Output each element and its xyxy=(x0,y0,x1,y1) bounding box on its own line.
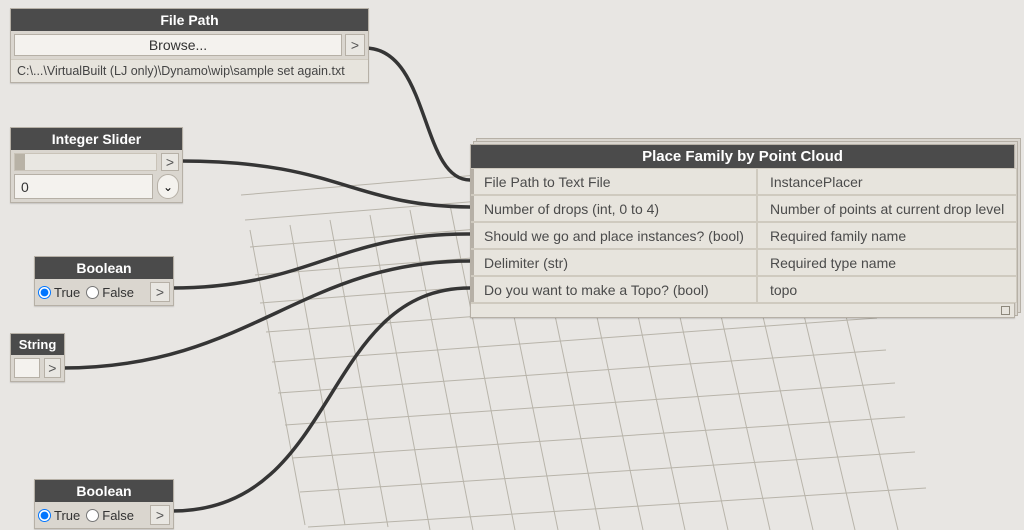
radio-false[interactable]: False xyxy=(86,282,134,302)
file-path-text: C:\...\VirtualBuilt (LJ only)\Dynamo\wip… xyxy=(11,59,368,82)
output-port[interactable]: > xyxy=(345,34,365,56)
output-port-0[interactable]: InstancePlacer xyxy=(757,168,1017,195)
slider-value[interactable]: 0 xyxy=(14,174,153,199)
output-port-1[interactable]: Number of points at current drop level xyxy=(757,195,1017,222)
input-ports: File Path to Text File Number of drops (… xyxy=(471,168,757,303)
input-port-3[interactable]: Delimiter (str) xyxy=(471,249,757,276)
radio-true[interactable]: True xyxy=(38,282,80,302)
node-integer-slider[interactable]: Integer Slider > 0 ⌄ xyxy=(10,127,183,203)
radio-false-input[interactable] xyxy=(86,286,99,299)
output-port[interactable]: > xyxy=(161,153,179,171)
slider-thumb[interactable] xyxy=(15,154,25,170)
node-file-path[interactable]: File Path Browse... > C:\...\VirtualBuil… xyxy=(10,8,369,83)
node-string[interactable]: String > xyxy=(10,333,65,382)
slider-track[interactable] xyxy=(14,153,157,171)
node-title: Place Family by Point Cloud xyxy=(471,145,1014,168)
node-place-family[interactable]: Place Family by Point Cloud File Path to… xyxy=(470,144,1015,318)
radio-true[interactable]: True xyxy=(38,505,80,525)
output-ports: InstancePlacer Number of points at curre… xyxy=(757,168,1017,303)
input-port-0[interactable]: File Path to Text File xyxy=(471,168,757,195)
input-port-2[interactable]: Should we go and place instances? (bool) xyxy=(471,222,757,249)
spinner-button[interactable]: ⌄ xyxy=(157,174,179,199)
node-title: String xyxy=(11,334,64,355)
output-port[interactable]: > xyxy=(150,282,170,302)
output-port-3[interactable]: Required type name xyxy=(757,249,1017,276)
node-boolean-1[interactable]: Boolean True False > xyxy=(34,256,174,306)
radio-true-input[interactable] xyxy=(38,509,51,522)
node-title: File Path xyxy=(11,9,368,31)
output-port[interactable]: > xyxy=(44,358,61,378)
node-boolean-2[interactable]: Boolean True False > xyxy=(34,479,174,529)
node-title: Boolean xyxy=(35,480,173,502)
browse-button[interactable]: Browse... xyxy=(14,34,342,56)
node-title: Integer Slider xyxy=(11,128,182,150)
output-port[interactable]: > xyxy=(150,505,170,525)
node-title: Boolean xyxy=(35,257,173,279)
output-port-4[interactable]: topo xyxy=(757,276,1017,303)
string-input[interactable] xyxy=(14,358,40,378)
output-port-2[interactable]: Required family name xyxy=(757,222,1017,249)
radio-false-input[interactable] xyxy=(86,509,99,522)
input-port-1[interactable]: Number of drops (int, 0 to 4) xyxy=(471,195,757,222)
node-footer xyxy=(471,303,1014,317)
preview-toggle-icon[interactable] xyxy=(1001,306,1010,315)
radio-true-input[interactable] xyxy=(38,286,51,299)
radio-false[interactable]: False xyxy=(86,505,134,525)
input-port-4[interactable]: Do you want to make a Topo? (bool) xyxy=(471,276,757,303)
